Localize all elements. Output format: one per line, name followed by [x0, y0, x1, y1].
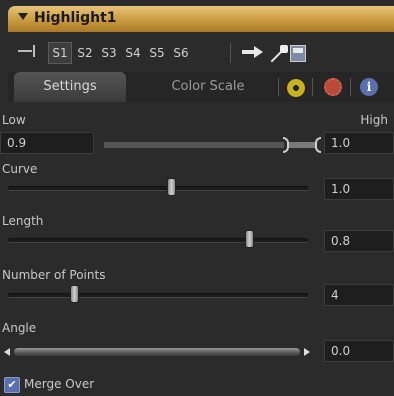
tab-bar: Settings Color Scale i	[8, 72, 394, 102]
slot-s1[interactable]: S1	[48, 42, 72, 64]
tab-divider	[350, 78, 351, 96]
tool-header[interactable]: Highlight1	[8, 6, 394, 32]
points-label: Number of Points	[2, 268, 106, 282]
slot-s5[interactable]: S5	[146, 43, 168, 63]
curve-field[interactable]: 1.0	[324, 178, 394, 200]
pick-icon[interactable]	[267, 42, 291, 64]
length-label: Length	[2, 214, 44, 228]
tab-settings[interactable]: Settings	[14, 72, 126, 102]
collapse-arrow-icon[interactable]	[18, 13, 28, 20]
high-handle[interactable]	[315, 137, 321, 153]
slot-s4[interactable]: S4	[122, 43, 144, 63]
merge-over-checkbox[interactable]: ✔	[4, 377, 20, 393]
toolbar-divider	[230, 43, 231, 63]
curve-thumb[interactable]	[167, 178, 176, 196]
high-label: High	[360, 113, 388, 127]
curve-track[interactable]	[8, 186, 308, 191]
tab-divider	[278, 78, 279, 96]
slot-s6[interactable]: S6	[170, 43, 192, 63]
length-thumb[interactable]	[245, 230, 254, 248]
merge-over-label: Merge Over	[24, 377, 95, 391]
slot-s2[interactable]: S2	[74, 43, 96, 63]
angle-wheel[interactable]	[14, 348, 300, 356]
tool-panel: Highlight1 S1 S2 S3 S4 S5 S6 Settings Co…	[0, 0, 394, 396]
points-field[interactable]: 4	[324, 284, 394, 306]
points-track[interactable]	[8, 293, 308, 298]
toolbar: S1 S2 S3 S4 S5 S6	[8, 34, 394, 70]
radiation-icon[interactable]	[286, 78, 306, 98]
arrow-right-icon[interactable]	[242, 46, 264, 58]
tab-divider	[312, 78, 313, 96]
range-gap	[289, 142, 315, 148]
angle-left-arrow-icon[interactable]	[4, 348, 10, 356]
low-label: Low	[2, 113, 26, 127]
range-track[interactable]	[104, 142, 284, 148]
curve-label: Curve	[2, 162, 38, 176]
length-track[interactable]	[8, 238, 308, 243]
tab-color-scale[interactable]: Color Scale	[148, 72, 268, 102]
save-icon[interactable]	[290, 45, 306, 62]
angle-right-arrow-icon[interactable]	[304, 348, 310, 356]
points-thumb[interactable]	[70, 285, 79, 303]
gear-icon[interactable]	[324, 78, 342, 96]
high-field[interactable]: 1.0	[324, 132, 394, 154]
tool-title: Highlight1	[34, 10, 117, 26]
low-field[interactable]: 0.9	[0, 132, 94, 154]
angle-label: Angle	[2, 321, 37, 335]
length-field[interactable]: 0.8	[324, 230, 394, 252]
angle-field[interactable]: 0.0	[324, 340, 394, 362]
pin-icon[interactable]	[18, 45, 40, 57]
slot-s3[interactable]: S3	[98, 43, 120, 63]
info-icon[interactable]: i	[360, 78, 378, 96]
